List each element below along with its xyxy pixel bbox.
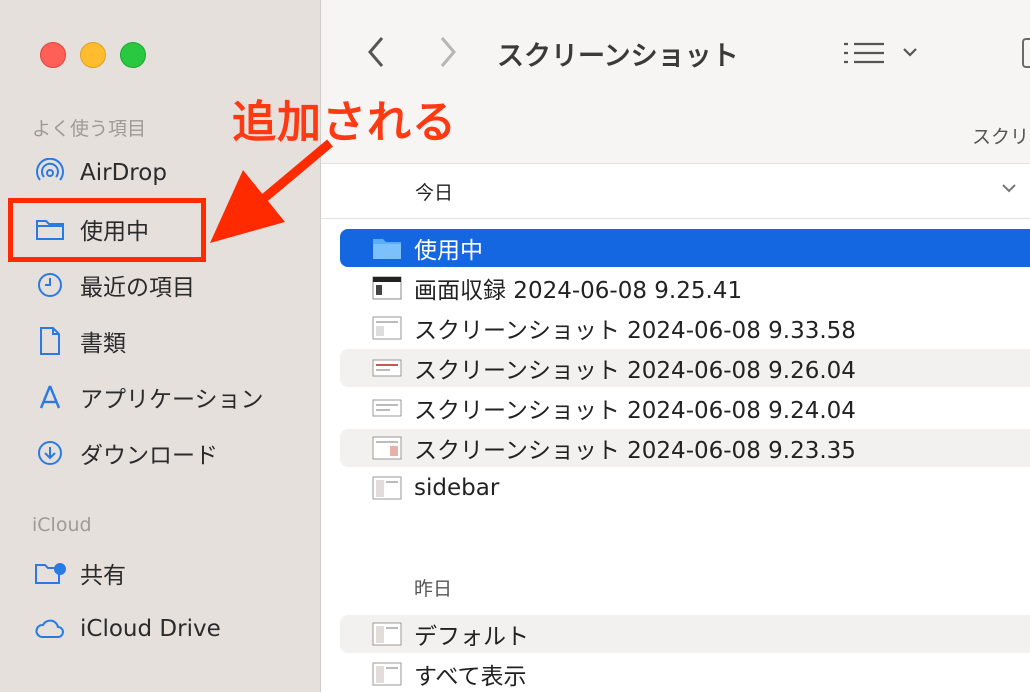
- annotation-arrow: [210, 139, 333, 243]
